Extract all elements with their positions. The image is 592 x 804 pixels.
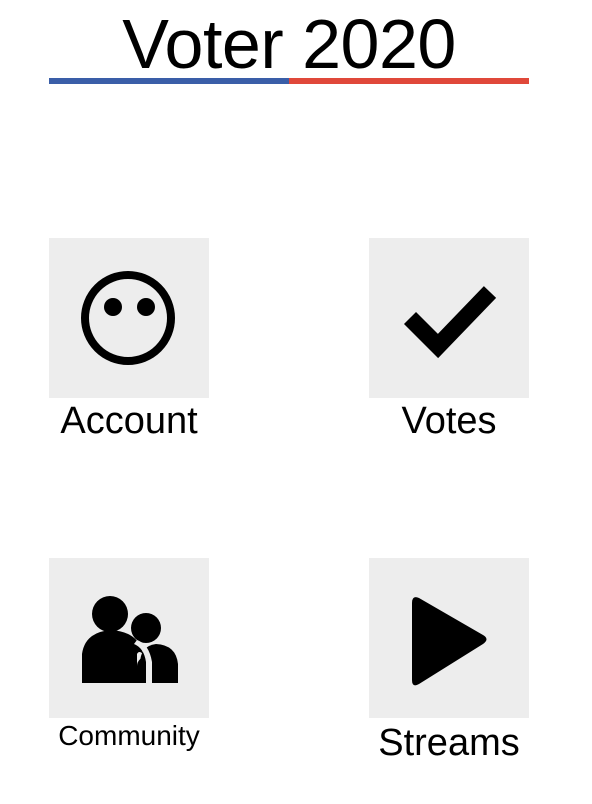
votes-button[interactable] xyxy=(369,238,529,398)
community-label: Community xyxy=(58,720,200,751)
checkmark-icon xyxy=(403,286,497,359)
community-button[interactable] xyxy=(49,558,209,718)
account-label: Account xyxy=(60,400,198,442)
account-button[interactable] xyxy=(49,238,209,398)
title-underline-red xyxy=(289,78,529,84)
streams-button[interactable] xyxy=(369,558,529,718)
home-screen: Voter 2020 Account Votes Community Strea… xyxy=(0,0,592,804)
votes-label: Votes xyxy=(401,400,497,442)
people-icon xyxy=(82,596,178,683)
title-underline-blue xyxy=(49,78,289,84)
app-title: Voter 2020 xyxy=(122,5,456,83)
streams-label: Streams xyxy=(378,722,520,764)
play-icon xyxy=(412,597,487,686)
smiley-face-icon xyxy=(81,271,175,365)
